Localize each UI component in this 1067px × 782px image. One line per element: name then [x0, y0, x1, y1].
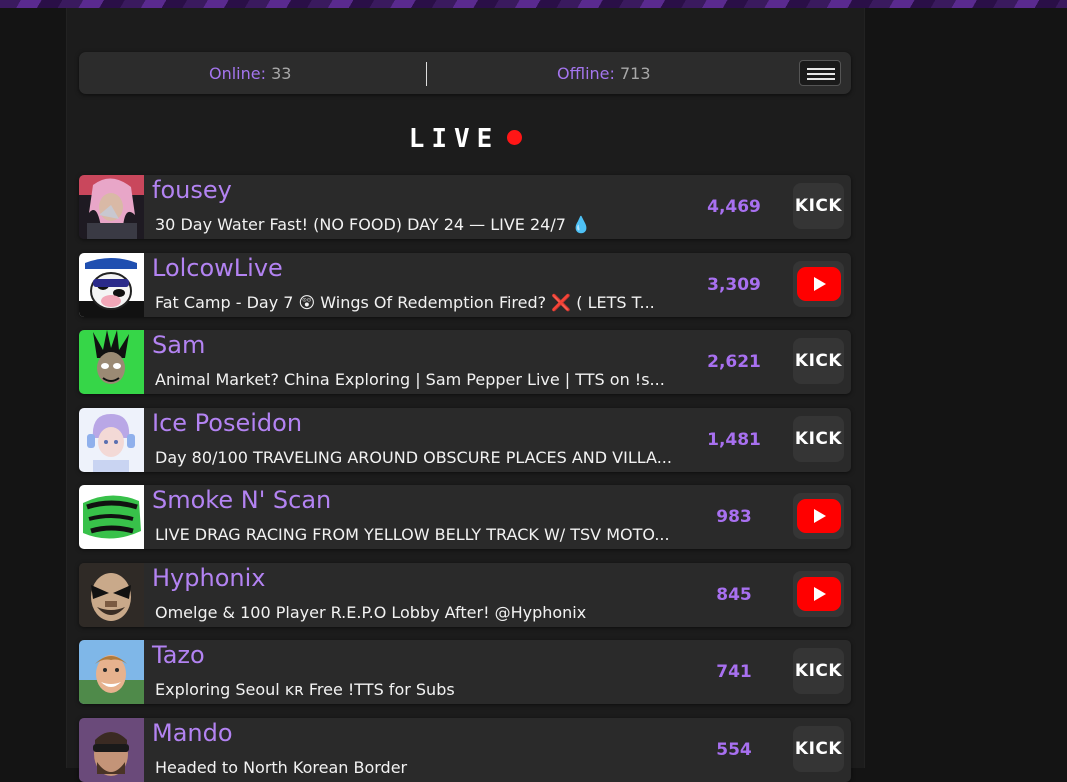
top-banner-strip	[0, 0, 1067, 8]
kick-platform-button[interactable]: KICK	[793, 416, 844, 462]
stream-avatar[interactable]	[79, 563, 144, 627]
stream-row[interactable]: Ice Poseidon Day 80/100 TRAVELING AROUND…	[79, 408, 851, 472]
stream-title[interactable]: Headed to North Korean Border	[155, 758, 683, 777]
streamer-name[interactable]: Smoke N' Scan	[152, 486, 331, 514]
stream-title[interactable]: Animal Market? China Exploring | Sam Pep…	[155, 370, 683, 389]
stream-avatar[interactable]	[79, 175, 144, 239]
stream-row[interactable]: LolcowLive Fat Camp - Day 7 😲 Wings Of R…	[79, 253, 851, 317]
stream-row[interactable]: Mando Headed to North Korean Border 554 …	[79, 718, 851, 782]
kick-logo-icon: KICK	[794, 196, 843, 216]
stream-avatar[interactable]	[79, 408, 144, 472]
viewer-count: 2,621	[707, 352, 761, 372]
stream-title[interactable]: Omelge & 100 Player R.E.P.O Lobby After!…	[155, 603, 683, 622]
youtube-platform-button[interactable]	[793, 261, 844, 307]
streamer-name[interactable]: fousey	[152, 176, 232, 204]
kick-platform-button[interactable]: KICK	[793, 183, 844, 229]
hamburger-menu-button[interactable]	[799, 60, 841, 86]
streamer-name[interactable]: Hyphonix	[152, 564, 265, 592]
kick-logo-icon: KICK	[794, 429, 843, 449]
kick-logo-icon: KICK	[794, 739, 843, 759]
stream-title[interactable]: Exploring Seoul ᴋʀ Free !TTS for Subs	[155, 680, 683, 699]
stream-avatar[interactable]	[79, 253, 144, 317]
streamer-name[interactable]: Ice Poseidon	[152, 409, 302, 437]
viewer-count: 983	[716, 507, 752, 527]
stream-row[interactable]: fousey 30 Day Water Fast! (NO FOOD) DAY …	[79, 175, 851, 239]
viewer-count: 3,309	[707, 275, 761, 295]
stream-row[interactable]: Tazo Exploring Seoul ᴋʀ Free !TTS for Su…	[79, 640, 851, 704]
live-indicator-dot-icon	[507, 130, 523, 145]
hamburger-menu-icon-bar	[807, 68, 835, 70]
viewer-count: 554	[716, 740, 752, 760]
streamer-name[interactable]: LolcowLive	[152, 254, 283, 282]
stream-title[interactable]: Fat Camp - Day 7 😲 Wings Of Redemption F…	[155, 293, 683, 312]
viewer-count: 4,469	[707, 197, 761, 217]
youtube-play-icon	[796, 499, 841, 533]
online-label: Online:	[209, 64, 266, 83]
kick-platform-button[interactable]: KICK	[793, 338, 844, 384]
youtube-play-icon	[796, 267, 841, 301]
status-divider	[426, 62, 427, 86]
status-bar: Online: 33 Offline: 713	[79, 52, 851, 94]
online-stat[interactable]: Online: 33	[209, 64, 291, 83]
live-heading-text: LIVE	[408, 124, 500, 154]
kick-logo-icon: KICK	[794, 661, 843, 681]
kick-platform-button[interactable]: KICK	[793, 726, 844, 772]
viewer-count: 1,481	[707, 430, 761, 450]
stream-row[interactable]: Hyphonix Omelge & 100 Player R.E.P.O Lob…	[79, 563, 851, 627]
live-heading: LIVE	[67, 124, 864, 154]
stream-avatar[interactable]	[79, 640, 144, 704]
offline-label: Offline:	[557, 64, 615, 83]
kick-logo-icon: KICK	[794, 351, 843, 371]
hamburger-menu-icon-bar	[807, 78, 835, 80]
youtube-platform-button[interactable]	[793, 571, 844, 617]
stream-title[interactable]: 30 Day Water Fast! (NO FOOD) DAY 24 — LI…	[155, 215, 683, 234]
stream-title[interactable]: LIVE DRAG RACING FROM YELLOW BELLY TRACK…	[155, 525, 683, 544]
youtube-play-icon	[796, 577, 841, 611]
stream-title[interactable]: Day 80/100 TRAVELING AROUND OBSCURE PLAC…	[155, 448, 683, 467]
stream-avatar[interactable]	[79, 718, 144, 782]
main-panel: Online: 33 Offline: 713 LIVE fousey 30 D…	[66, 8, 865, 782]
streamer-name[interactable]: Tazo	[152, 641, 205, 669]
youtube-platform-button[interactable]	[793, 493, 844, 539]
kick-platform-button[interactable]: KICK	[793, 648, 844, 694]
viewer-count: 845	[716, 585, 752, 605]
offline-stat[interactable]: Offline: 713	[557, 64, 651, 83]
stream-row[interactable]: Smoke N' Scan LIVE DRAG RACING FROM YELL…	[79, 485, 851, 549]
stream-row[interactable]: Sam Animal Market? China Exploring | Sam…	[79, 330, 851, 394]
streamer-name[interactable]: Sam	[152, 331, 205, 359]
offline-count: 713	[619, 64, 651, 83]
stream-avatar[interactable]	[79, 485, 144, 549]
stream-avatar[interactable]	[79, 330, 144, 394]
viewer-count: 741	[716, 662, 752, 682]
online-count: 33	[271, 64, 292, 83]
streamer-name[interactable]: Mando	[152, 719, 233, 747]
hamburger-menu-icon-bar	[807, 73, 835, 75]
